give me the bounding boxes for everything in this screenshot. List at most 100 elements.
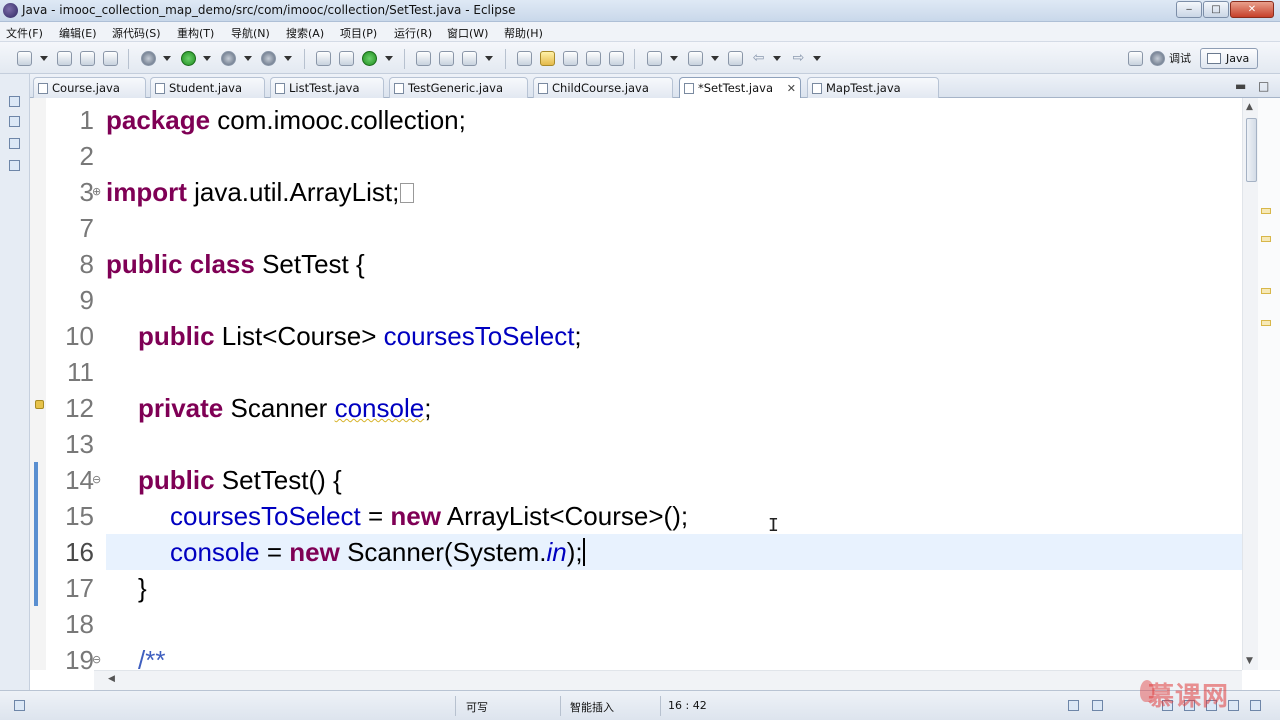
overview-marker[interactable] [1261, 208, 1271, 214]
tab-testgeneric-java[interactable]: TestGeneric.java [389, 77, 528, 98]
line-number: 10 [65, 321, 94, 351]
external-tools-icon[interactable] [261, 51, 276, 66]
coverage-dropdown-icon[interactable] [244, 56, 252, 61]
tab-maptest-java[interactable]: MapTest.java [807, 77, 939, 98]
toolbar-separator [505, 49, 506, 69]
restore-view-icon[interactable] [9, 96, 20, 107]
maximize-button[interactable]: □ [1203, 1, 1229, 18]
java-file-icon [812, 83, 822, 94]
coverage-icon[interactable] [221, 51, 236, 66]
vertical-scrollbar[interactable]: ▲ ▼ [1242, 98, 1258, 670]
code-line-12: private Scanner console; [138, 390, 431, 426]
new-dropdown-icon[interactable] [40, 56, 48, 61]
run-dropdown-icon[interactable] [203, 56, 211, 61]
menu-run[interactable]: 运行(R) [394, 25, 432, 41]
menu-file[interactable]: 文件(F) [6, 25, 43, 41]
close-tab-icon[interactable]: ✕ [787, 78, 796, 99]
menu-navigate[interactable]: 导航(N) [231, 25, 270, 41]
forward-dropdown-icon[interactable] [813, 56, 821, 61]
scroll-up-icon[interactable]: ▲ [1246, 102, 1253, 112]
new-java-project-icon[interactable] [316, 51, 331, 66]
line-number: 13 [65, 429, 94, 459]
tab-settest-java[interactable]: *SetTest.java ✕ [679, 77, 801, 99]
scroll-left-icon[interactable]: ◀ [108, 674, 115, 684]
menu-edit[interactable]: 编辑(E) [59, 25, 97, 41]
back-dropdown-icon[interactable] [773, 56, 781, 61]
scroll-thumb[interactable] [1246, 118, 1257, 182]
package-explorer-icon[interactable] [9, 116, 20, 127]
outline-icon[interactable] [9, 160, 20, 171]
search-dropdown-icon[interactable] [485, 56, 493, 61]
toggle-block-selection-icon[interactable] [563, 51, 578, 66]
search-icon[interactable] [462, 51, 477, 66]
previous-annotation-icon[interactable] [688, 51, 703, 66]
overview-marker[interactable] [1261, 288, 1271, 294]
tab-listtest-java[interactable]: ListTest.java [270, 77, 384, 98]
debug-dropdown-icon[interactable] [163, 56, 171, 61]
previous-annotation-dropdown-icon[interactable] [711, 56, 719, 61]
debug-perspective-icon[interactable] [1150, 51, 1165, 66]
folded-imports-box[interactable] [400, 183, 415, 203]
toggle-breadcrumb-icon[interactable] [517, 51, 532, 66]
fast-view-icon[interactable] [14, 700, 25, 711]
status-cursor-position: 16 : 42 [668, 699, 707, 712]
external-tools-dropdown-icon[interactable] [284, 56, 292, 61]
overview-marker[interactable] [1261, 236, 1271, 242]
new-class-icon[interactable] [362, 51, 377, 66]
minimize-editor-icon[interactable]: ▬ [1235, 79, 1246, 93]
menu-refactor[interactable]: 重构(T) [177, 25, 214, 41]
next-annotation-dropdown-icon[interactable] [670, 56, 678, 61]
tray-icon[interactable] [1092, 700, 1103, 711]
forward-arrow-icon[interactable]: ⇨ [791, 51, 806, 66]
debug-perspective-label[interactable]: 调试 [1169, 50, 1191, 66]
scroll-down-icon[interactable]: ▼ [1246, 656, 1253, 666]
minimize-button[interactable]: ‒ [1176, 1, 1202, 18]
tab-course-java[interactable]: Course.java [33, 77, 146, 98]
new-class-dropdown-icon[interactable] [385, 56, 393, 61]
imooc-watermark-logo: 慕课网 [1140, 676, 1229, 713]
next-annotation-icon[interactable] [647, 51, 662, 66]
mark-occurrences-icon[interactable] [540, 51, 555, 66]
debug-icon[interactable] [141, 51, 156, 66]
open-perspective-icon[interactable] [1128, 51, 1143, 66]
code-text: ; [574, 321, 582, 351]
menu-source[interactable]: 源代码(S) [112, 25, 161, 41]
code-editor[interactable]: 1 2 3 7 8 9 10 11 12 13 14 15 16 17 18 1… [30, 98, 1280, 690]
print-icon[interactable] [103, 51, 118, 66]
fold-collapse-icon[interactable]: ⊖ [92, 474, 101, 486]
code-text: Scanner [223, 393, 335, 423]
tray-icon[interactable] [1068, 700, 1079, 711]
keyword: new [289, 537, 340, 567]
line-number: 1 [79, 105, 94, 135]
horizontal-scrollbar[interactable]: ◀ [94, 670, 1242, 690]
java-perspective-button[interactable]: Java [1200, 48, 1258, 69]
code-text: java.util.ArrayList; [186, 177, 400, 207]
hierarchy-icon[interactable] [9, 138, 20, 149]
menu-project[interactable]: 项目(P) [340, 25, 377, 41]
tray-icon[interactable] [1250, 700, 1261, 711]
menu-search[interactable]: 搜索(A) [286, 25, 324, 41]
last-edit-location-icon[interactable] [728, 51, 743, 66]
menu-help[interactable]: 帮助(H) [504, 25, 543, 41]
maximize-editor-icon[interactable]: □ [1258, 79, 1269, 93]
fold-expand-icon[interactable]: ⊕ [92, 186, 101, 198]
close-button[interactable]: ✕ [1230, 1, 1274, 18]
back-arrow-icon[interactable]: ⇦ [751, 51, 766, 66]
menu-window[interactable]: 窗口(W) [447, 25, 488, 41]
save-icon[interactable] [57, 51, 72, 66]
show-source-icon[interactable] [609, 51, 624, 66]
tray-icon[interactable] [1228, 700, 1239, 711]
tab-childcourse-java[interactable]: ChildCourse.java [533, 77, 673, 98]
fold-collapse-icon[interactable]: ⊖ [92, 654, 101, 666]
open-type-icon[interactable] [416, 51, 431, 66]
tab-student-java[interactable]: Student.java [150, 77, 265, 98]
line-number: 2 [79, 141, 94, 171]
run-icon[interactable] [181, 51, 196, 66]
show-whitespace-icon[interactable] [586, 51, 601, 66]
save-all-icon[interactable] [80, 51, 95, 66]
new-icon[interactable] [17, 51, 32, 66]
new-package-icon[interactable] [339, 51, 354, 66]
overview-marker[interactable] [1261, 320, 1271, 326]
warning-icon[interactable] [35, 400, 44, 409]
open-task-icon[interactable] [439, 51, 454, 66]
